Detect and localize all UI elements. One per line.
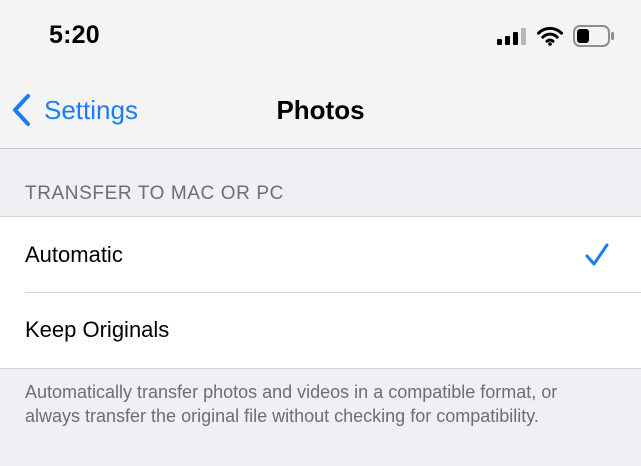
wifi-icon: [537, 26, 563, 46]
cellular-signal-icon: [497, 28, 526, 45]
option-label: Keep Originals: [25, 317, 170, 342]
status-icons: [497, 24, 615, 48]
checkmark-icon: [585, 243, 609, 266]
status-bar: 5:20: [0, 0, 641, 72]
page-title: Photos: [276, 95, 365, 125]
option-label: Automatic: [25, 242, 123, 267]
transfer-options-group: Automatic Keep Originals: [0, 216, 641, 369]
option-automatic[interactable]: Automatic: [0, 217, 641, 293]
section-footer-note: Automatically transfer photos and videos…: [25, 382, 558, 426]
battery-icon: [573, 25, 614, 47]
option-keep-originals[interactable]: Keep Originals: [0, 292, 641, 367]
section-header: TRANSFER TO MAC OR PC: [25, 183, 284, 204]
navigation-bar: Settings Photos: [0, 72, 641, 149]
status-time: 5:20: [49, 21, 100, 49]
